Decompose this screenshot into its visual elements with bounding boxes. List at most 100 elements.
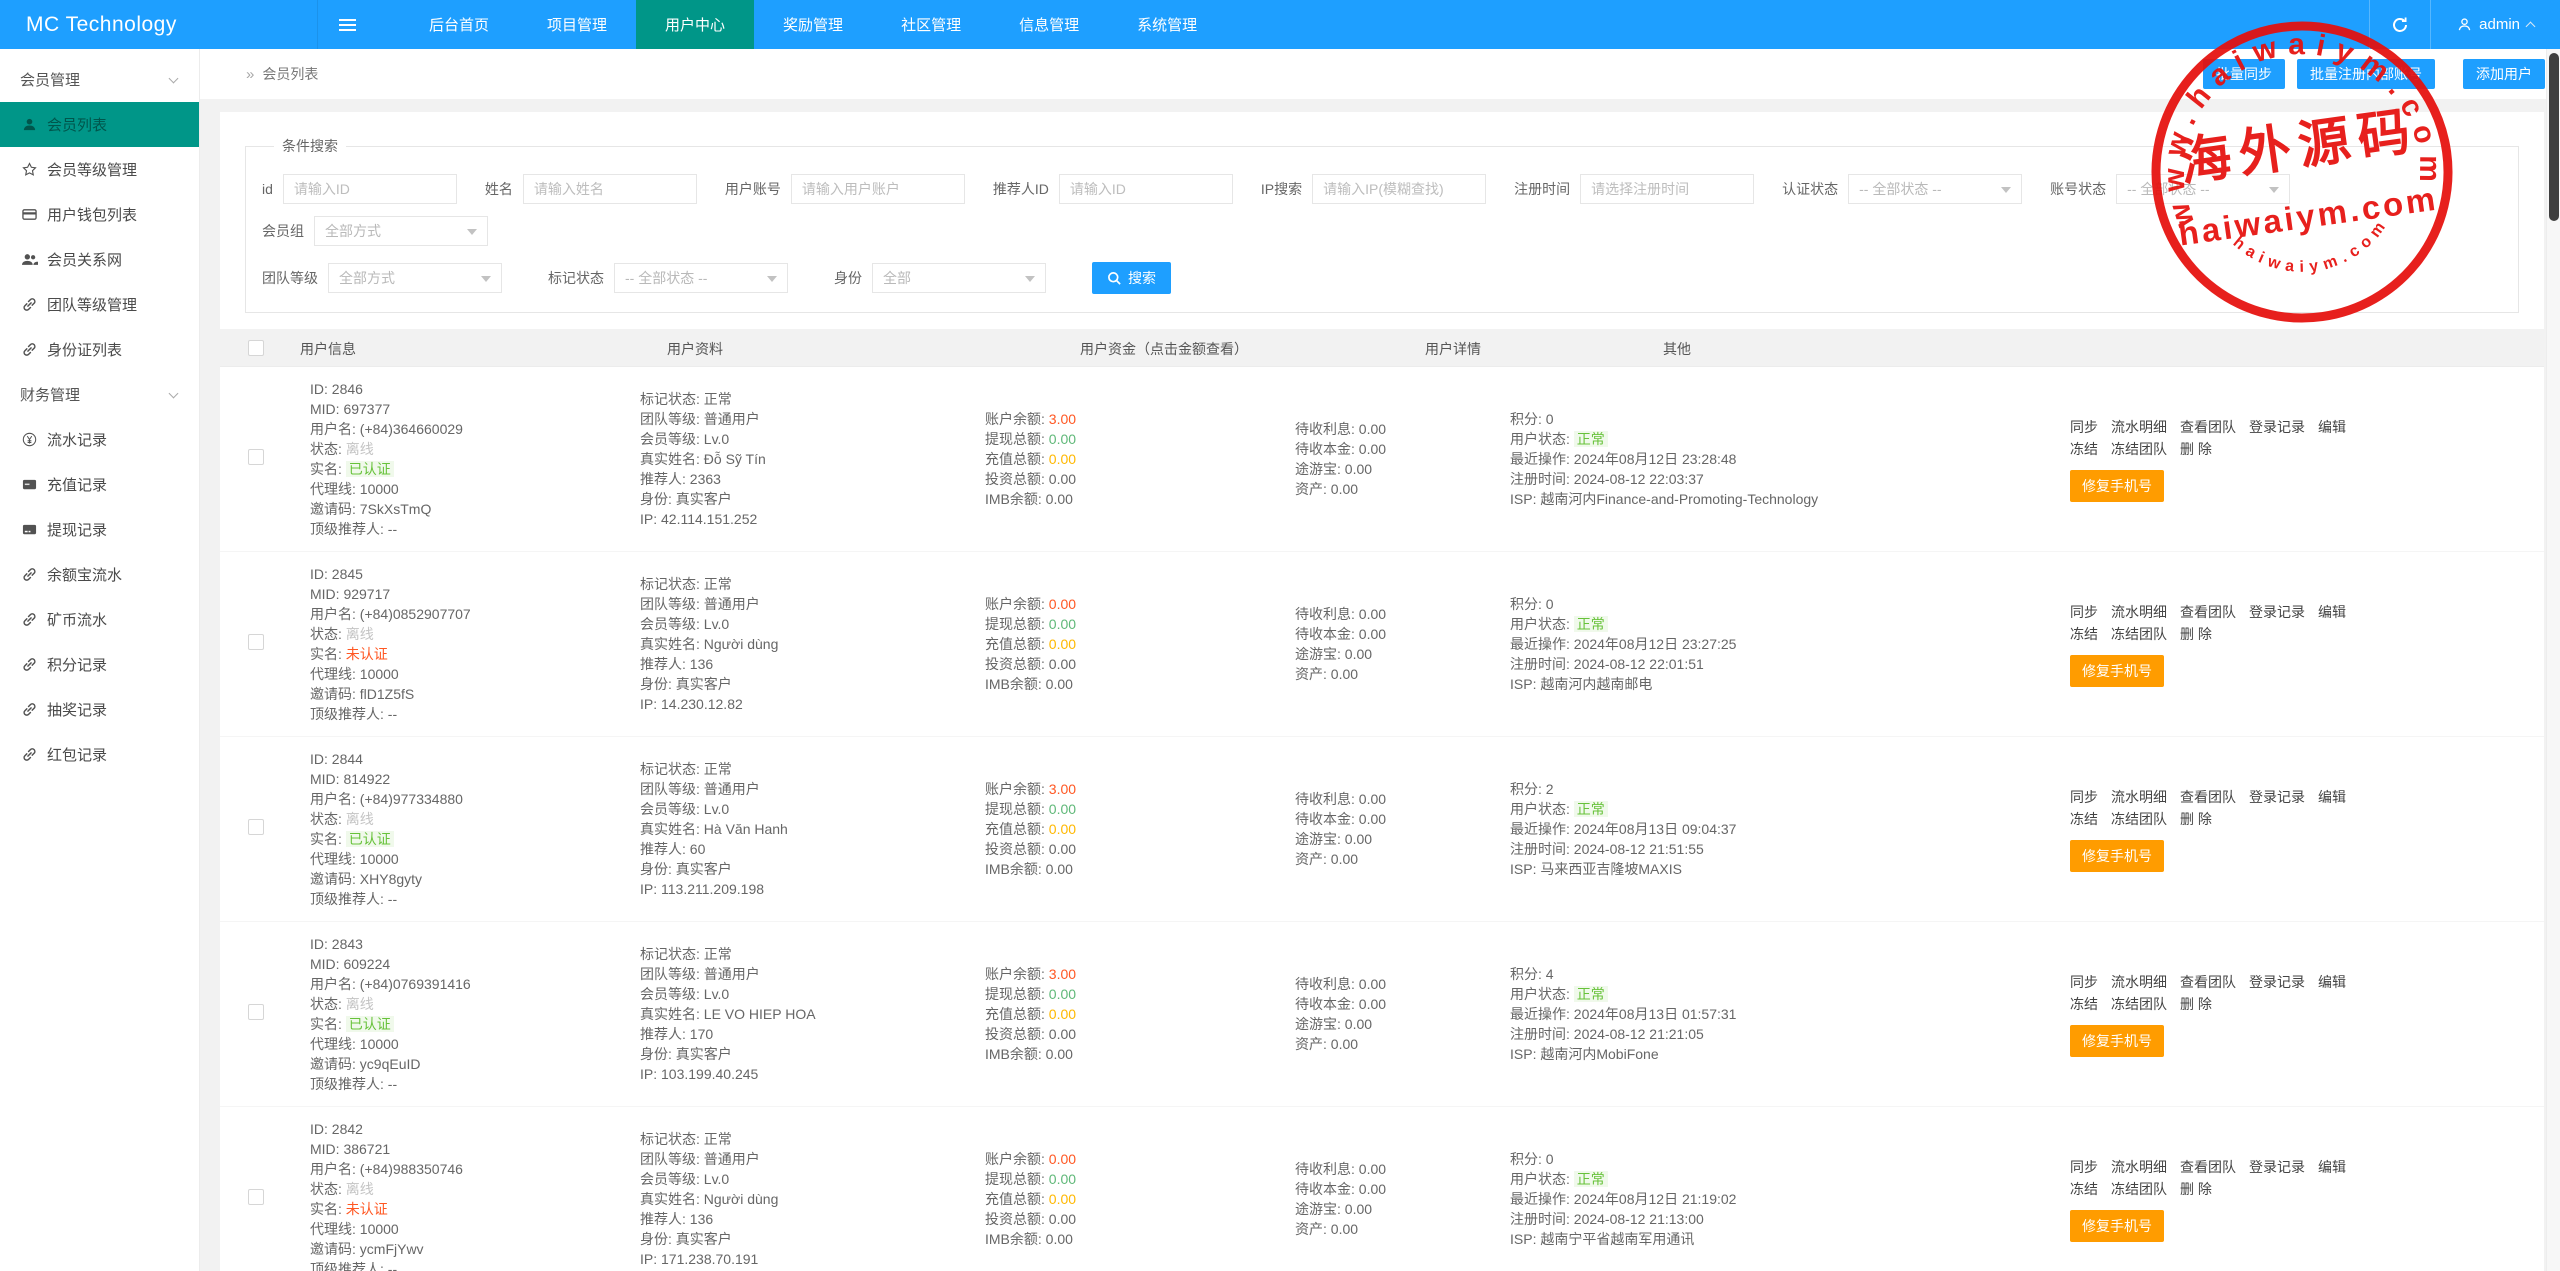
row-action-link[interactable]: 冻结团队 xyxy=(2111,626,2167,642)
sidebar-item[interactable]: 会员等级管理 xyxy=(0,147,199,192)
nav-item-4[interactable]: 奖励管理 xyxy=(754,0,872,49)
row-checkbox[interactable] xyxy=(248,1189,264,1205)
row-action-link[interactable]: 冻结团队 xyxy=(2111,441,2167,457)
cell-label: 积分: xyxy=(1510,411,1546,427)
nav-item-7[interactable]: 系统管理 xyxy=(1108,0,1226,49)
cell-label: 会员等级: xyxy=(640,801,704,817)
fix-phone-button[interactable]: 修复手机号 xyxy=(2070,470,2164,502)
fix-phone-button[interactable]: 修复手机号 xyxy=(2070,1210,2164,1242)
row-action-link[interactable]: 同步 xyxy=(2070,604,2098,620)
row-action-link[interactable]: 冻结 xyxy=(2070,811,2098,827)
batch-register-internal-button[interactable]: 批量注册内部账号 xyxy=(2297,59,2435,89)
row-checkbox[interactable] xyxy=(248,449,264,465)
search-button[interactable]: 搜索 xyxy=(1092,262,1171,294)
sidebar-item[interactable]: 身份证列表 xyxy=(0,327,199,372)
row-action-link[interactable]: 删 除 xyxy=(2180,626,2212,642)
sidebar-item[interactable]: 流水记录 xyxy=(0,417,199,462)
filter-select[interactable]: 全部方式 xyxy=(314,216,488,246)
filter-select[interactable]: -- 全部状态 -- xyxy=(614,263,788,293)
batch-sync-button[interactable]: 批量同步 xyxy=(2203,59,2285,89)
sidebar-item[interactable]: 红包记录 xyxy=(0,732,199,777)
sidebar-group-header-2[interactable]: 财务管理 xyxy=(0,372,199,417)
filter-input[interactable] xyxy=(523,174,697,204)
row-action-link[interactable]: 编辑 xyxy=(2318,1159,2346,1175)
nav-item-6[interactable]: 信息管理 xyxy=(990,0,1108,49)
filter-input[interactable] xyxy=(1312,174,1486,204)
row-action-link[interactable]: 登录记录 xyxy=(2249,604,2305,620)
row-action-link[interactable]: 同步 xyxy=(2070,789,2098,805)
row-action-link[interactable]: 冻结团队 xyxy=(2111,811,2167,827)
sidebar-item[interactable]: 用户钱包列表 xyxy=(0,192,199,237)
row-action-link[interactable]: 编辑 xyxy=(2318,789,2346,805)
sidebar-item[interactable]: 提现记录 xyxy=(0,507,199,552)
sidebar-item[interactable]: 会员关系网 xyxy=(0,237,199,282)
row-checkbox[interactable] xyxy=(248,634,264,650)
row-action-link[interactable]: 冻结 xyxy=(2070,626,2098,642)
row-action-link[interactable]: 登录记录 xyxy=(2249,1159,2305,1175)
nav-item-5[interactable]: 社区管理 xyxy=(872,0,990,49)
sidebar-item[interactable]: 余额宝流水 xyxy=(0,552,199,597)
fix-phone-button[interactable]: 修复手机号 xyxy=(2070,1025,2164,1057)
fix-phone-button[interactable]: 修复手机号 xyxy=(2070,840,2164,872)
row-action-link[interactable]: 查看团队 xyxy=(2180,1159,2236,1175)
row-action-link[interactable]: 删 除 xyxy=(2180,441,2212,457)
scrollbar-track[interactable] xyxy=(2546,49,2560,1271)
row-action-link[interactable]: 冻结团队 xyxy=(2111,996,2167,1012)
row-action-link[interactable]: 删 除 xyxy=(2180,996,2212,1012)
menu-toggle-icon[interactable] xyxy=(318,0,376,49)
row-action-link[interactable]: 冻结团队 xyxy=(2111,1181,2167,1197)
row-action-link[interactable]: 流水明细 xyxy=(2111,1159,2167,1175)
row-action-link[interactable]: 冻结 xyxy=(2070,441,2098,457)
content-area: 条件搜索 id姓名用户账号推荐人IDIP搜索注册时间认证状态-- 全部状态 --… xyxy=(200,99,2560,1271)
row-action-link[interactable]: 同步 xyxy=(2070,974,2098,990)
row-action-link[interactable]: 查看团队 xyxy=(2180,974,2236,990)
filter-input[interactable] xyxy=(283,174,457,204)
row-action-link[interactable]: 流水明细 xyxy=(2111,604,2167,620)
cell-value: -- xyxy=(388,521,397,537)
refresh-button[interactable] xyxy=(2370,0,2430,49)
select-all-checkbox[interactable] xyxy=(248,340,264,356)
sidebar-item[interactable]: 会员列表 xyxy=(0,102,199,147)
filter-select[interactable]: -- 全部状态 -- xyxy=(1848,174,2022,204)
sidebar-item[interactable]: 积分记录 xyxy=(0,642,199,687)
row-action-link[interactable]: 冻结 xyxy=(2070,996,2098,1012)
sidebar-group-header-1[interactable]: 会员管理 xyxy=(0,57,199,102)
row-action-link[interactable]: 登录记录 xyxy=(2249,974,2305,990)
row-action-link[interactable]: 登录记录 xyxy=(2249,789,2305,805)
row-action-link[interactable]: 查看团队 xyxy=(2180,419,2236,435)
filter-select[interactable]: -- 全部状态 -- xyxy=(2116,174,2290,204)
row-action-link[interactable]: 同步 xyxy=(2070,419,2098,435)
add-user-button[interactable]: 添加用户 xyxy=(2463,59,2545,89)
row-action-link[interactable]: 编辑 xyxy=(2318,419,2346,435)
row-action-link[interactable]: 同步 xyxy=(2070,1159,2098,1175)
fix-phone-button[interactable]: 修复手机号 xyxy=(2070,655,2164,687)
filter-input[interactable] xyxy=(791,174,965,204)
filter-input[interactable] xyxy=(1059,174,1233,204)
filter-select[interactable]: 全部方式 xyxy=(328,263,502,293)
row-action-link[interactable]: 查看团队 xyxy=(2180,604,2236,620)
row-action-link[interactable]: 冻结 xyxy=(2070,1181,2098,1197)
nav-item-3[interactable]: 用户中心 xyxy=(636,0,754,49)
row-action-link[interactable]: 删 除 xyxy=(2180,811,2212,827)
cell-label: 资产: xyxy=(1295,1221,1331,1237)
sidebar-item[interactable]: 充值记录 xyxy=(0,462,199,507)
scrollbar-thumb[interactable] xyxy=(2549,53,2559,221)
row-checkbox[interactable] xyxy=(248,819,264,835)
row-action-link[interactable]: 流水明细 xyxy=(2111,419,2167,435)
user-menu[interactable]: admin xyxy=(2431,0,2560,49)
nav-item-2[interactable]: 项目管理 xyxy=(518,0,636,49)
row-action-link[interactable]: 流水明细 xyxy=(2111,789,2167,805)
sidebar-item[interactable]: 抽奖记录 xyxy=(0,687,199,732)
row-action-link[interactable]: 流水明细 xyxy=(2111,974,2167,990)
sidebar-item[interactable]: 团队等级管理 xyxy=(0,282,199,327)
row-action-link[interactable]: 编辑 xyxy=(2318,604,2346,620)
sidebar-item[interactable]: 矿币流水 xyxy=(0,597,199,642)
row-checkbox[interactable] xyxy=(248,1004,264,1020)
filter-select[interactable]: 全部 xyxy=(872,263,1046,293)
row-action-link[interactable]: 编辑 xyxy=(2318,974,2346,990)
nav-item-1[interactable]: 后台首页 xyxy=(400,0,518,49)
row-action-link[interactable]: 查看团队 xyxy=(2180,789,2236,805)
row-action-link[interactable]: 登录记录 xyxy=(2249,419,2305,435)
row-action-link[interactable]: 删 除 xyxy=(2180,1181,2212,1197)
filter-input[interactable] xyxy=(1580,174,1754,204)
